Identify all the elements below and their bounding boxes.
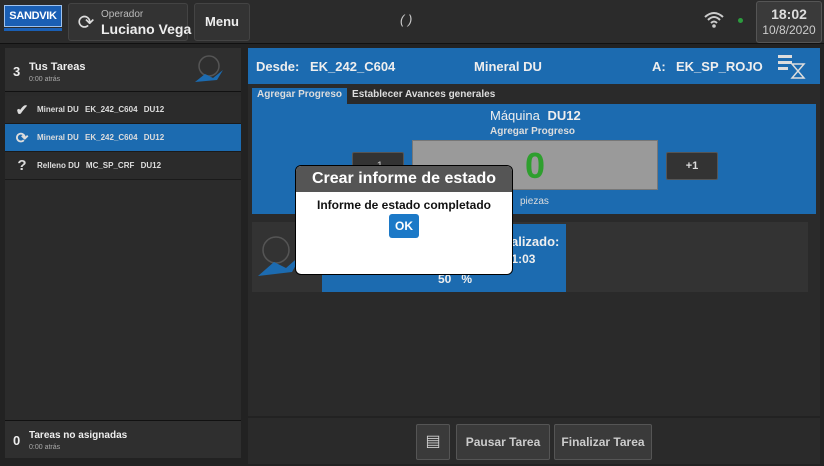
unassigned-time: 0:00 atrás (29, 444, 61, 451)
clock: 18:02 10/8/2020 (756, 1, 822, 43)
machine-label: Máquina (490, 108, 540, 123)
machine-line: Máquina DU12 (490, 108, 581, 123)
unassigned-tasks[interactable]: 0 Tareas no asignadas 0:00 atrás (5, 420, 241, 458)
route-material: Mineral DU (474, 59, 542, 74)
my-tasks-title: Tus Tareas (29, 61, 86, 73)
task-material: Mineral DU (37, 105, 79, 114)
task-location: EK_242_C604 (85, 133, 138, 142)
report-button[interactable]: ▤ (416, 424, 450, 460)
hare-clock-icon (191, 54, 227, 86)
task-item-2[interactable]: ⟳ Mineral DU EK_242_C604 DU12 (5, 124, 241, 152)
result-percent: 50 % (438, 272, 472, 286)
task-material: Mineral DU (37, 133, 79, 142)
increment-button[interactable]: +1 (666, 152, 718, 180)
task-location: MC_SP_CRF (85, 161, 135, 170)
task-list: ✔ Mineral DU EK_242_C604 DU12 ⟳ Mineral … (5, 96, 241, 450)
machine-id: DU12 (547, 108, 581, 123)
logo-underline (4, 28, 62, 31)
wifi-icon (703, 10, 725, 30)
route-to: EK_SP_ROJO (676, 59, 763, 74)
task-machine: DU12 (143, 105, 165, 114)
menu-button[interactable]: Menu (194, 3, 250, 41)
status-dot (738, 18, 743, 23)
dialog-title: Crear informe de estado (296, 166, 512, 192)
app-window: SANDVIK ⟳ Operador Luciano Vega Menu ( )… (0, 0, 824, 466)
finish-task-button[interactable]: Finalizar Tarea (554, 424, 652, 460)
result-percent-sign: % (461, 272, 473, 286)
top-bar: SANDVIK ⟳ Operador Luciano Vega Menu ( )… (0, 0, 824, 44)
result-percent-value: 50 (438, 272, 452, 286)
tab-set-overall-progress[interactable]: Establecer Avances generales (347, 88, 500, 104)
task-material: Relleno DU (37, 161, 80, 170)
status-report-dialog: Crear informe de estado Informe de estad… (296, 166, 512, 274)
unassigned-count: 0 (13, 433, 21, 448)
task-item-1[interactable]: ✔ Mineral DU EK_242_C604 DU12 (5, 96, 241, 124)
check-icon: ✔ (15, 101, 29, 119)
document-icon: ▤ (425, 433, 441, 450)
clock-date: 10/8/2020 (762, 23, 816, 37)
my-tasks-time: 0:00 atrás (29, 76, 61, 83)
tab-bar: Agregar Progreso Establecer Avances gene… (252, 88, 500, 104)
operator-label: Operador (101, 9, 144, 20)
refresh-icon: ⟳ (15, 129, 29, 147)
unassigned-title: Tareas no asignadas (29, 430, 128, 441)
route-bar: Desde: EK_242_C604 Mineral DU A: EK_SP_R… (248, 48, 820, 84)
task-list-hourglass-icon[interactable] (776, 52, 806, 80)
sandvik-logo: SANDVIK (4, 5, 62, 27)
pieces-label: piezas (520, 196, 549, 207)
task-machine: DU12 (140, 161, 162, 170)
dialog-message: Informe de estado completado (316, 198, 492, 212)
task-machine: DU12 (143, 133, 165, 142)
my-tasks-header[interactable]: 3 Tus Tareas 0:00 atrás (5, 48, 241, 92)
route-to-label: A: (652, 59, 666, 74)
add-progress-label: Agregar Progreso (490, 126, 576, 137)
connection-status: ( ) (400, 12, 413, 27)
clock-time: 18:02 (771, 6, 807, 22)
task-location: EK_242_C604 (85, 105, 138, 114)
my-tasks-count: 3 (13, 64, 21, 79)
pause-task-button[interactable]: Pausar Tarea (456, 424, 550, 460)
operator-button[interactable]: ⟳ Operador Luciano Vega (68, 3, 192, 41)
tab-add-progress[interactable]: Agregar Progreso (252, 88, 348, 104)
ok-button[interactable]: OK (389, 214, 419, 238)
question-icon: ? (17, 157, 27, 174)
bottom-toolbar: ▤ Pausar Tarea Finalizar Tarea (248, 418, 820, 464)
route-from: EK_242_C604 (310, 59, 396, 74)
operator-name: Luciano Vega (101, 21, 192, 37)
refresh-icon: ⟳ (77, 12, 95, 34)
task-item-3[interactable]: ? Relleno DU MC_SP_CRF DU12 (5, 152, 241, 180)
route-from-label: Desde: (256, 59, 300, 74)
sidebar: 3 Tus Tareas 0:00 atrás ✔ Mineral DU EK_… (5, 48, 241, 458)
